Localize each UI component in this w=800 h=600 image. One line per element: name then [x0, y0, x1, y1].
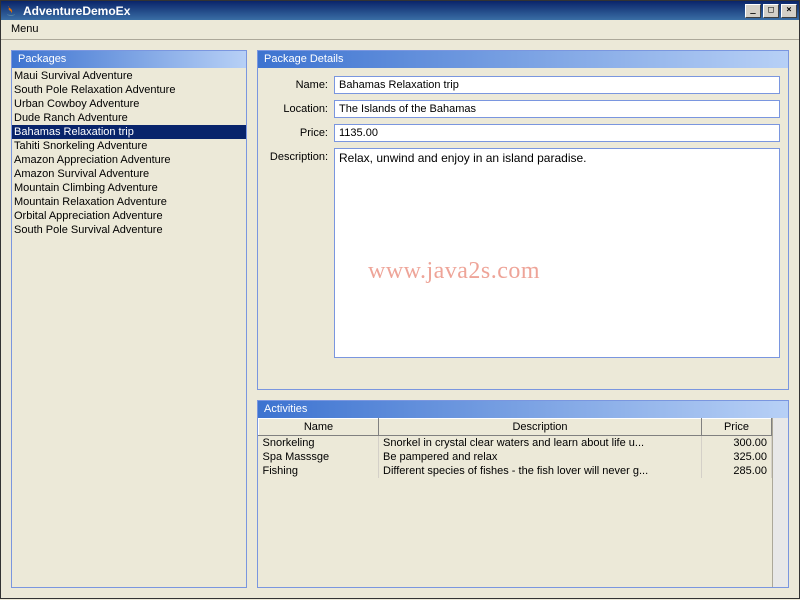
cell-name[interactable]: Snorkeling [259, 436, 379, 451]
table-row[interactable]: FishingDifferent species of fishes - the… [259, 464, 772, 478]
packages-panel-title: Packages [12, 51, 246, 68]
packages-panel: Packages Maui Survival AdventureSouth Po… [11, 50, 247, 588]
description-label: Description: [266, 148, 334, 163]
window-buttons: _ □ × [743, 4, 797, 18]
cell-name[interactable]: Spa Masssge [259, 450, 379, 464]
list-item[interactable]: Orbital Appreciation Adventure [12, 209, 246, 223]
cell-name[interactable]: Fishing [259, 464, 379, 478]
minimize-button[interactable]: _ [745, 4, 761, 18]
list-item[interactable]: Tahiti Snorkeling Adventure [12, 139, 246, 153]
location-field[interactable] [334, 100, 780, 118]
list-item[interactable]: Urban Cowboy Adventure [12, 97, 246, 111]
list-item[interactable]: Maui Survival Adventure [12, 69, 246, 83]
cell-price[interactable]: 325.00 [702, 450, 772, 464]
menu-item-menu[interactable]: Menu [5, 22, 45, 36]
name-field[interactable] [334, 76, 780, 94]
cell-description[interactable]: Be pampered and relax [379, 450, 702, 464]
java-icon [3, 3, 19, 19]
list-item[interactable]: South Pole Survival Adventure [12, 223, 246, 237]
activities-panel-title: Activities [258, 401, 788, 418]
packages-list[interactable]: Maui Survival AdventureSouth Pole Relaxa… [12, 68, 246, 238]
name-label: Name: [266, 76, 334, 91]
activities-header-row: Name Description Price [259, 419, 772, 436]
cell-price[interactable]: 300.00 [702, 436, 772, 451]
list-item[interactable]: Bahamas Relaxation trip [12, 125, 246, 139]
table-row[interactable]: Spa MasssgeBe pampered and relax325.00 [259, 450, 772, 464]
window-title: AdventureDemoEx [23, 4, 743, 18]
cell-description[interactable]: Different species of fishes - the fish l… [379, 464, 702, 478]
activities-col-name[interactable]: Name [259, 419, 379, 436]
list-item[interactable]: Mountain Relaxation Adventure [12, 195, 246, 209]
list-item[interactable]: Mountain Climbing Adventure [12, 181, 246, 195]
activities-scrollbar[interactable] [772, 418, 788, 587]
location-label: Location: [266, 100, 334, 115]
description-field[interactable] [334, 148, 780, 358]
list-item[interactable]: Dude Ranch Adventure [12, 111, 246, 125]
list-item[interactable]: Amazon Appreciation Adventure [12, 153, 246, 167]
cell-description[interactable]: Snorkel in crystal clear waters and lear… [379, 436, 702, 451]
price-label: Price: [266, 124, 334, 139]
maximize-button[interactable]: □ [763, 4, 779, 18]
list-item[interactable]: South Pole Relaxation Adventure [12, 83, 246, 97]
package-details-title: Package Details [258, 51, 788, 68]
menubar: Menu [1, 20, 799, 40]
activities-table[interactable]: Name Description Price SnorkelingSnorkel… [258, 418, 772, 478]
activities-col-price[interactable]: Price [702, 419, 772, 436]
activities-panel: Activities Name Description Price [257, 400, 789, 588]
table-row[interactable]: SnorkelingSnorkel in crystal clear water… [259, 436, 772, 451]
window-titlebar: AdventureDemoEx _ □ × [0, 0, 800, 20]
close-button[interactable]: × [781, 4, 797, 18]
list-item[interactable]: Amazon Survival Adventure [12, 167, 246, 181]
price-field[interactable] [334, 124, 780, 142]
activities-col-description[interactable]: Description [379, 419, 702, 436]
package-details-panel: Package Details Name: Location: Price: [257, 50, 789, 390]
cell-price[interactable]: 285.00 [702, 464, 772, 478]
